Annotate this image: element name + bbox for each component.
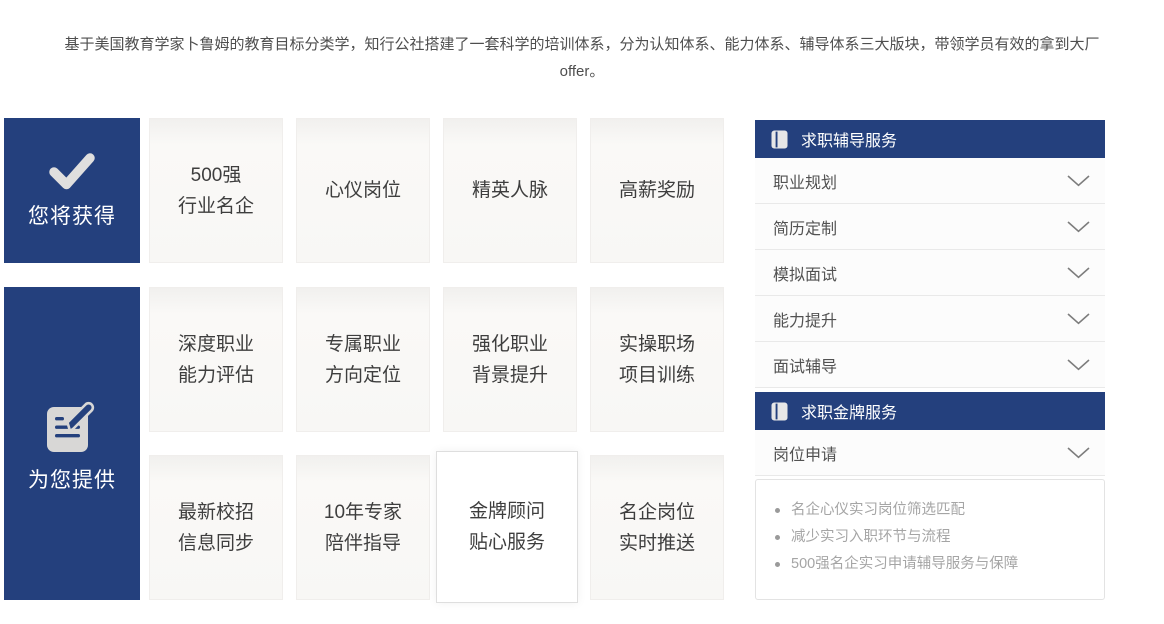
card-line: 500强 xyxy=(191,160,242,191)
bullet-dot-icon xyxy=(775,562,780,567)
gold-service-benefits-box: 名企心仪实习岗位筛选匹配 减少实习入职环节与流程 500强名企实习申请辅导服务与… xyxy=(755,479,1105,600)
panel-we-provide: 为您提供 xyxy=(4,287,140,600)
gain-card-500-companies[interactable]: 500强 行业名企 xyxy=(149,118,283,263)
section-title: 求职辅导服务 xyxy=(801,127,897,151)
accordion-label: 职业规划 xyxy=(773,169,837,193)
card-line: 精英人脉 xyxy=(472,175,548,206)
panel-you-will-gain: 您将获得 xyxy=(4,118,140,263)
card-line: 陪伴指导 xyxy=(325,528,401,559)
accordion-label: 能力提升 xyxy=(773,307,837,331)
accordion-item-job-application[interactable]: 岗位申请 xyxy=(755,430,1105,476)
provide-card-background-boost[interactable]: 强化职业 背景提升 xyxy=(443,287,577,432)
benefit-item: 名企心仪实习岗位筛选匹配 xyxy=(775,497,1092,524)
accordion-item-resume-customization[interactable]: 简历定制 xyxy=(755,204,1105,250)
accordion-item-interview-coaching[interactable]: 面试辅导 xyxy=(755,342,1105,388)
accordion-label: 简历定制 xyxy=(773,215,837,239)
accordion-label: 模拟面试 xyxy=(773,261,837,285)
accordion-label: 面试辅导 xyxy=(773,353,837,377)
card-line: 10年专家 xyxy=(324,497,402,528)
gain-card-ideal-position[interactable]: 心仪岗位 xyxy=(296,118,430,263)
services-sidebar: 求职辅导服务 职业规划 简历定制 模拟面试 能力 xyxy=(755,120,1105,600)
provide-card-gold-consultant[interactable]: 金牌顾问 贴心服务 xyxy=(436,451,578,603)
section-header: 求职辅导服务 xyxy=(755,120,1105,158)
book-icon xyxy=(771,402,788,421)
provide-card-job-push[interactable]: 名企岗位 实时推送 xyxy=(590,455,724,600)
section-coaching-services: 求职辅导服务 职业规划 简历定制 模拟面试 能力 xyxy=(755,120,1105,388)
card-line: 贴心服务 xyxy=(469,527,545,558)
accordion-item-ability-improvement[interactable]: 能力提升 xyxy=(755,296,1105,342)
book-icon xyxy=(771,130,788,149)
card-line: 专属职业 xyxy=(325,329,401,360)
provide-card-project-training[interactable]: 实操职场 项目训练 xyxy=(590,287,724,432)
bullet-dot-icon xyxy=(775,535,780,540)
card-line: 心仪岗位 xyxy=(325,175,401,206)
gain-card-elite-network[interactable]: 精英人脉 xyxy=(443,118,577,263)
accordion-label: 岗位申请 xyxy=(773,441,837,465)
benefit-text: 减少实习入职环节与流程 xyxy=(791,524,951,551)
section-title: 求职金牌服务 xyxy=(801,399,897,423)
chevron-down-icon xyxy=(1067,447,1090,459)
card-line: 背景提升 xyxy=(472,360,548,391)
check-icon xyxy=(47,152,97,190)
training-system-section: 基于美国教育学家卜鲁姆的教育目标分类学，知行公社搭建了一套科学的培训体系，分为认… xyxy=(0,0,1164,624)
chevron-down-icon xyxy=(1067,359,1090,371)
card-line: 强化职业 xyxy=(472,329,548,360)
benefit-text: 名企心仪实习岗位筛选匹配 xyxy=(791,497,965,524)
provide-card-expert-guidance[interactable]: 10年专家 陪伴指导 xyxy=(296,455,430,600)
chevron-down-icon xyxy=(1067,267,1090,279)
card-line: 能力评估 xyxy=(178,360,254,391)
intro-line-1: 基于美国教育学家卜鲁姆的教育目标分类学，知行公社搭建了一套科学的培训体系，分为认… xyxy=(0,31,1164,58)
provide-card-campus-recruit-sync[interactable]: 最新校招 信息同步 xyxy=(149,455,283,600)
accordion-item-career-planning[interactable]: 职业规划 xyxy=(755,158,1105,204)
card-line: 深度职业 xyxy=(178,329,254,360)
benefit-text: 500强名企实习申请辅导服务与保障 xyxy=(791,551,1018,578)
chevron-down-icon xyxy=(1067,313,1090,325)
card-line: 金牌顾问 xyxy=(469,496,545,527)
card-line: 项目训练 xyxy=(619,360,695,391)
card-line: 行业名企 xyxy=(178,191,254,222)
card-line: 高薪奖励 xyxy=(619,175,695,206)
benefit-item: 减少实习入职环节与流程 xyxy=(775,524,1092,551)
card-line: 信息同步 xyxy=(178,528,254,559)
gain-card-high-salary[interactable]: 高薪奖励 xyxy=(590,118,724,263)
edit-note-icon xyxy=(44,394,100,454)
chevron-down-icon xyxy=(1067,175,1090,187)
chevron-down-icon xyxy=(1067,221,1090,233)
card-line: 实时推送 xyxy=(619,528,695,559)
benefit-item: 500强名企实习申请辅导服务与保障 xyxy=(775,551,1092,578)
panel-gain-label: 您将获得 xyxy=(28,200,116,230)
bullet-dot-icon xyxy=(775,508,780,513)
section-header: 求职金牌服务 xyxy=(755,392,1105,430)
card-line: 方向定位 xyxy=(325,360,401,391)
section-gold-services: 求职金牌服务 岗位申请 名企心仪实习岗位筛选匹配 减少实习入职环节与流程 xyxy=(755,392,1105,600)
card-line: 名企岗位 xyxy=(619,497,695,528)
provide-card-direction-positioning[interactable]: 专属职业 方向定位 xyxy=(296,287,430,432)
panel-provide-label: 为您提供 xyxy=(28,464,116,494)
card-line: 实操职场 xyxy=(619,329,695,360)
intro-line-2: offer。 xyxy=(0,58,1164,85)
intro-paragraph: 基于美国教育学家卜鲁姆的教育目标分类学，知行公社搭建了一套科学的培训体系，分为认… xyxy=(0,31,1164,85)
accordion-item-mock-interview[interactable]: 模拟面试 xyxy=(755,250,1105,296)
card-line: 最新校招 xyxy=(178,497,254,528)
provide-card-career-assessment[interactable]: 深度职业 能力评估 xyxy=(149,287,283,432)
